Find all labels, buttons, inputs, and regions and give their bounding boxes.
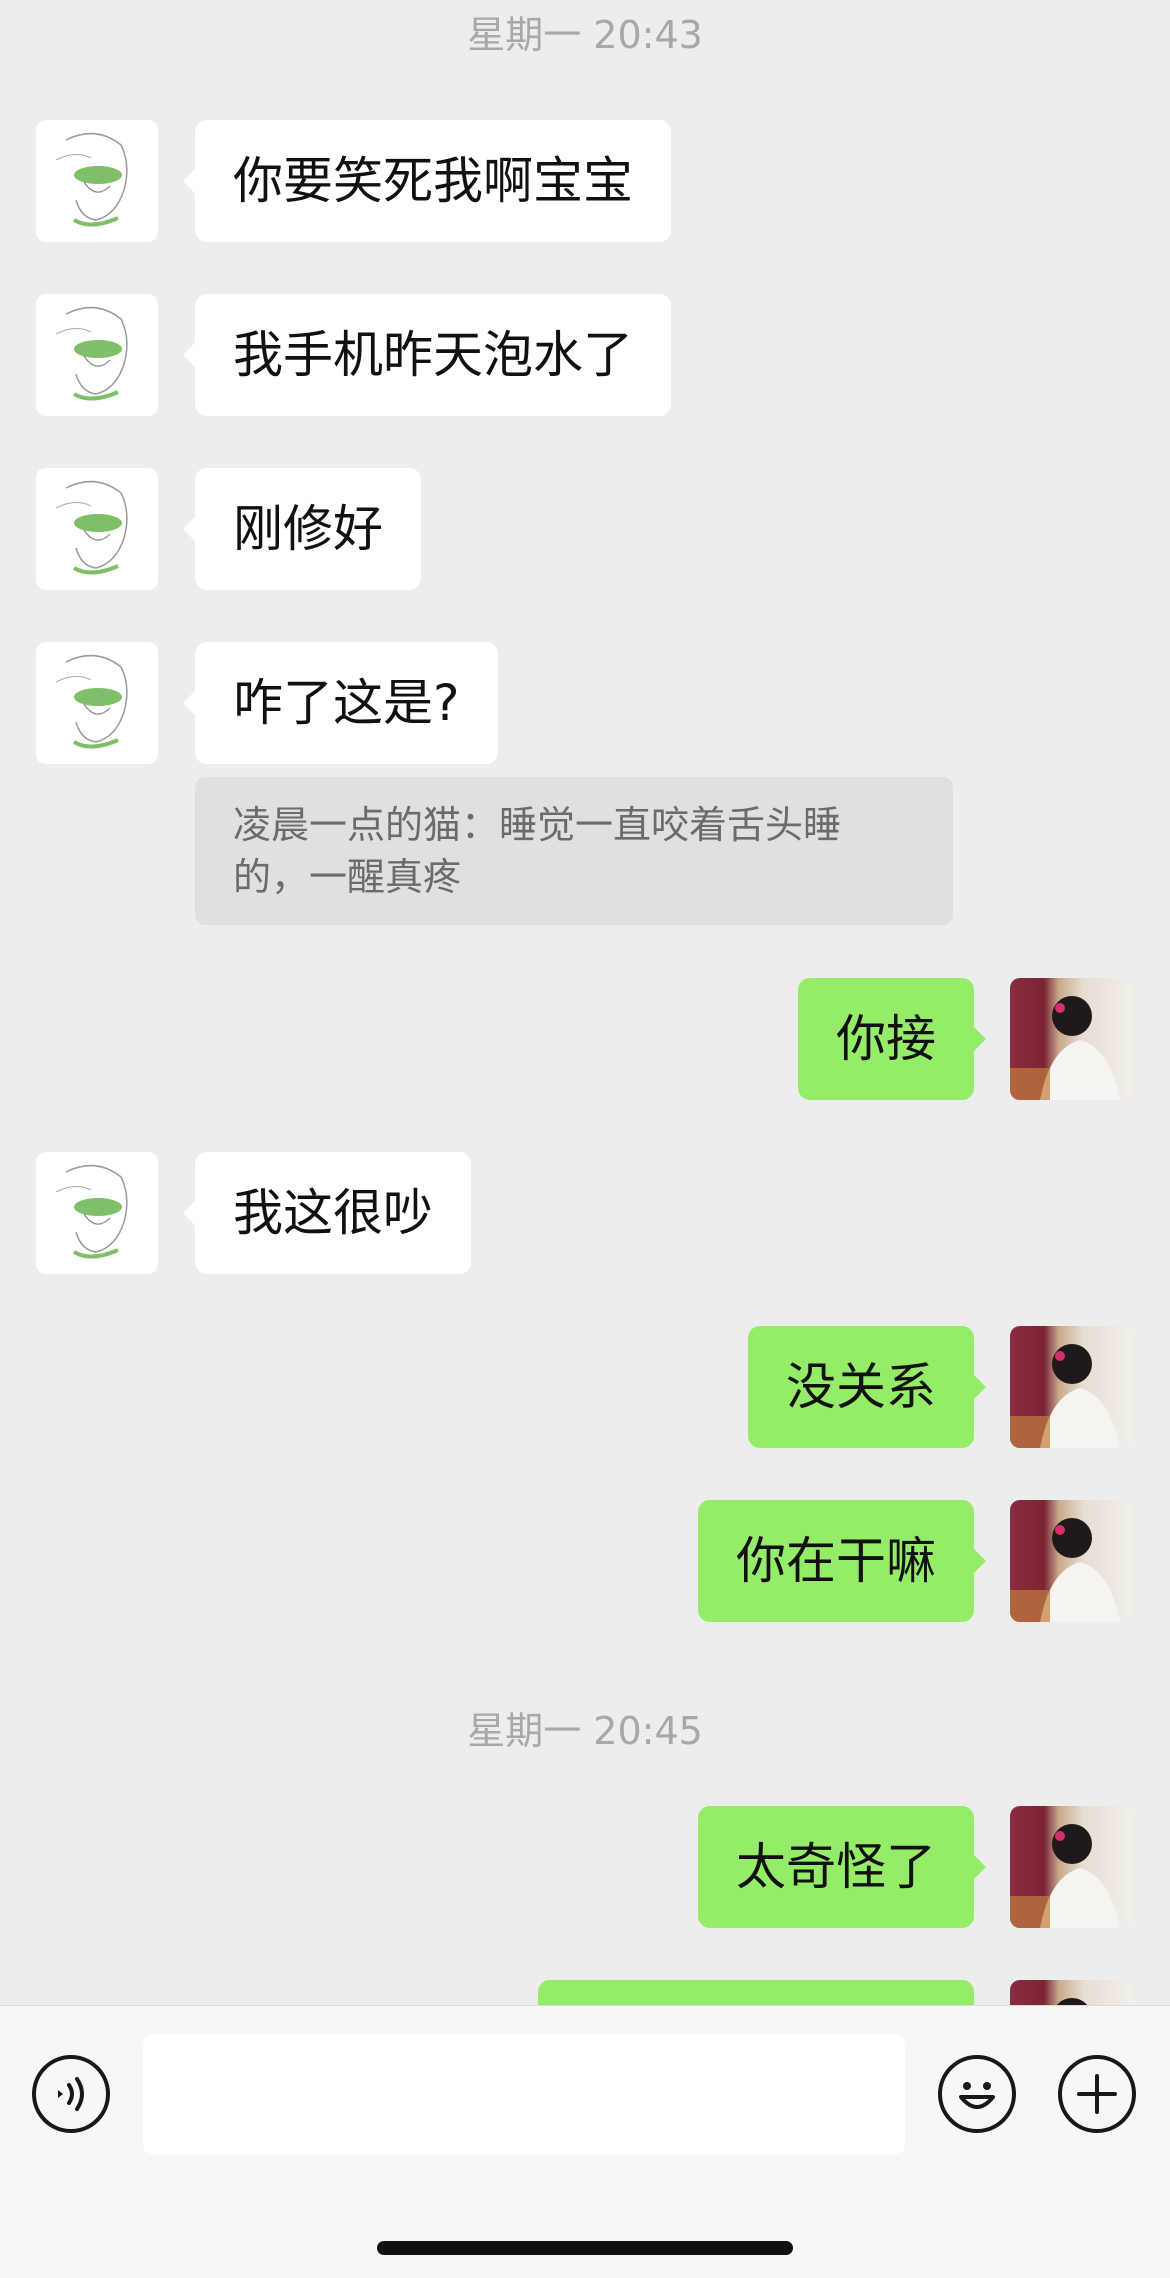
my-avatar[interactable]	[1010, 1806, 1132, 1928]
my-avatar[interactable]	[1010, 1326, 1132, 1448]
contact-avatar[interactable]	[36, 294, 158, 416]
my-avatar[interactable]	[1010, 1500, 1132, 1622]
outgoing-message-bubble[interactable]	[538, 1980, 974, 2005]
message-input[interactable]	[143, 2034, 905, 2154]
timestamp: 星期一 20:43	[467, 13, 703, 57]
line-art-portrait-icon	[55, 132, 128, 227]
photo-avatar-icon	[1010, 996, 1120, 1100]
contact-avatar[interactable]	[36, 468, 158, 590]
outgoing-message-bubble[interactable]: 你在干嘛	[698, 1500, 986, 1622]
quoted-reply-line: 凌晨一点的猫：睡觉一直咬着舌头睡	[233, 803, 842, 847]
my-avatar[interactable]	[1010, 1980, 1132, 2005]
contact-avatar[interactable]	[36, 642, 158, 764]
quoted-reply-line: 的，一醒真疼	[233, 855, 462, 899]
line-art-portrait-icon	[55, 1164, 128, 1259]
incoming-message-bubble[interactable]: 咋了这是?	[183, 642, 498, 764]
incoming-message-bubble[interactable]: 刚修好	[183, 468, 421, 590]
outgoing-message-bubble[interactable]: 太奇怪了	[698, 1806, 986, 1928]
contact-avatar[interactable]	[36, 120, 158, 242]
line-art-portrait-icon	[55, 480, 128, 575]
incoming-message-bubble[interactable]: 你要笑死我啊宝宝	[183, 120, 671, 242]
home-indicator[interactable]	[377, 2241, 793, 2255]
my-avatar[interactable]	[1010, 978, 1132, 1100]
outgoing-message-bubble[interactable]: 你接	[798, 978, 986, 1100]
photo-avatar-icon	[1010, 1518, 1120, 1622]
plus-button[interactable]	[1058, 2055, 1136, 2133]
incoming-message-bubble[interactable]: 我这很吵	[183, 1152, 471, 1274]
voice-button[interactable]	[32, 2055, 110, 2133]
contact-avatar[interactable]	[36, 1152, 158, 1274]
incoming-message-bubble[interactable]: 我手机昨天泡水了	[183, 294, 671, 416]
voice-icon	[58, 2077, 84, 2111]
plus-icon	[1077, 2074, 1117, 2114]
emoji-button[interactable]	[938, 2055, 1016, 2133]
input-bar	[0, 2005, 1170, 2278]
quoted-reply[interactable]: 凌晨一点的猫：睡觉一直咬着舌头睡 的，一醒真疼	[195, 777, 953, 925]
outgoing-message-bubble[interactable]: 没关系	[748, 1326, 986, 1448]
line-art-portrait-icon	[55, 654, 128, 749]
timestamp: 星期一 20:45	[467, 1709, 703, 1753]
emoji-icon	[959, 2082, 995, 2109]
chat-message-list[interactable]: 星期一 20:43 你要笑死我啊宝宝 我手机昨天泡水了 刚修好 咋了这是? 凌晨…	[0, 0, 1170, 2005]
line-art-portrait-icon	[55, 306, 128, 401]
photo-avatar-icon	[1010, 1824, 1120, 1928]
photo-avatar-icon	[1010, 1344, 1120, 1448]
photo-avatar-icon	[1056, 1998, 1088, 2005]
